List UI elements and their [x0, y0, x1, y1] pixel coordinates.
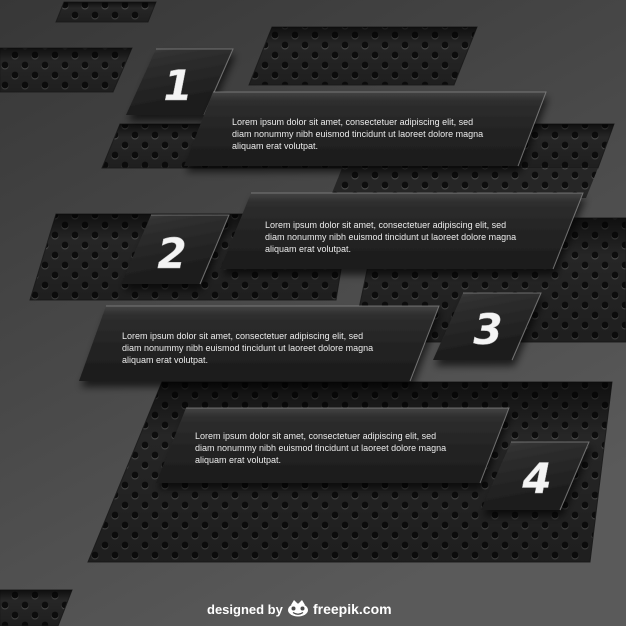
step-1-text-line: aliquam erat volutpat.	[232, 141, 318, 151]
step-3-number: 3	[473, 305, 502, 354]
panel-shade	[0, 48, 132, 92]
step-2-text-line: aliquam erat volutpat.	[265, 244, 351, 254]
step-1-number: 1	[163, 61, 192, 110]
infographic: 1 Lorem ipsum dolor sit amet, consectetu…	[0, 0, 626, 626]
step-4-text-line: Lorem ipsum dolor sit amet, consectetuer…	[195, 431, 436, 441]
step-4-text-line: aliquam erat volutpat.	[195, 455, 281, 465]
panel-shade	[56, 2, 156, 22]
step-1-text-line: Lorem ipsum dolor sit amet, consectetuer…	[232, 117, 473, 127]
step-3-text-line: Lorem ipsum dolor sit amet, consectetuer…	[122, 331, 363, 341]
step-3-text-line: aliquam erat volutpat.	[122, 355, 208, 365]
infographic-canvas: 1 Lorem ipsum dolor sit amet, consectetu…	[0, 0, 626, 626]
step-2-text-line: diam nonummy nibh euismod tincidunt ut l…	[265, 232, 516, 242]
step-3-text-line: diam nonummy nibh euismod tincidunt ut l…	[122, 343, 373, 353]
step-4-number: 4	[521, 454, 551, 503]
step-2-text-line: Lorem ipsum dolor sit amet, consectetuer…	[265, 220, 506, 230]
panel-shade	[249, 27, 477, 85]
step-4-text-line: diam nonummy nibh euismod tincidunt ut l…	[195, 443, 446, 453]
freepik-brand-label: freepik.com	[313, 601, 392, 617]
step-2-number: 2	[157, 229, 186, 278]
designed-by-label: designed by	[207, 602, 284, 617]
step-2-text-banner	[220, 192, 584, 270]
step-1-text-line: diam nonummy nibh euismod tincidunt ut l…	[232, 129, 483, 139]
